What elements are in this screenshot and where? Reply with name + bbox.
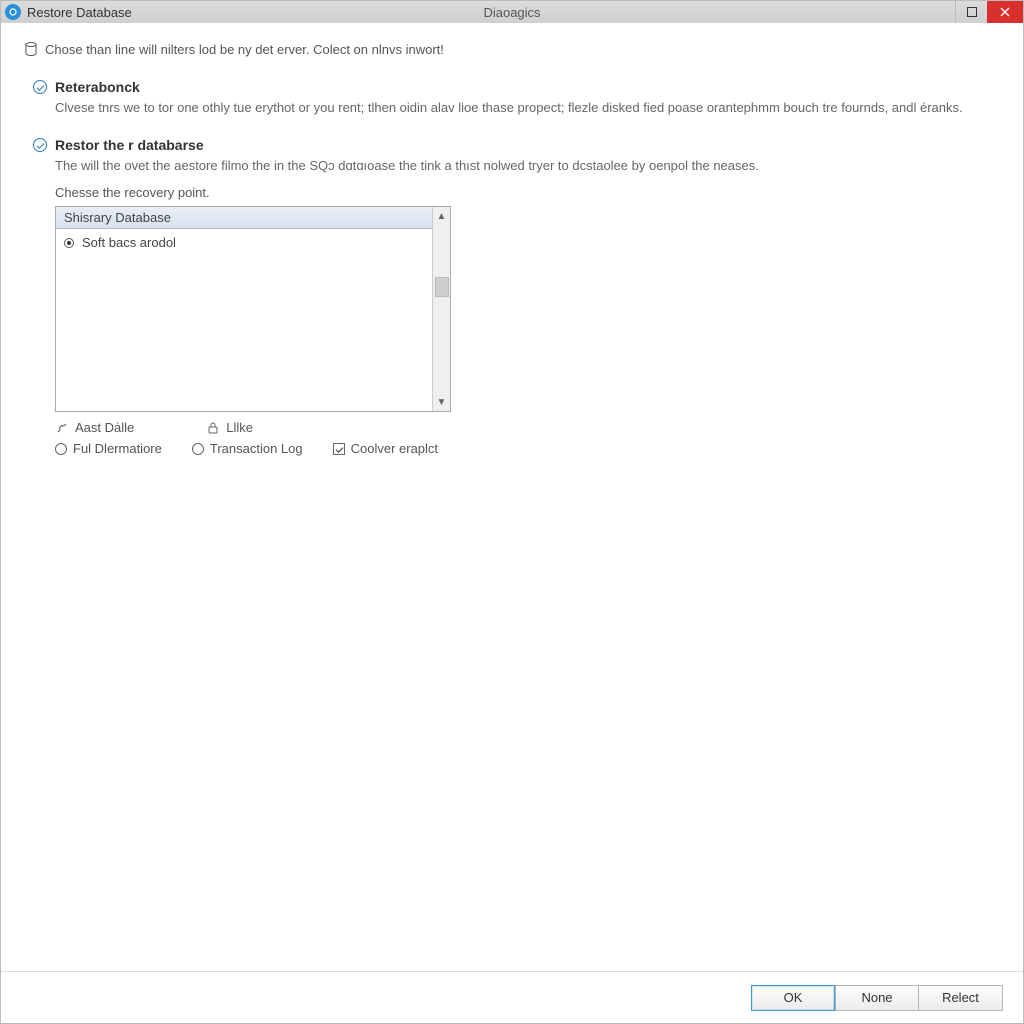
scroll-up-icon[interactable]: ▲: [433, 207, 450, 225]
ok-button[interactable]: OK: [751, 985, 835, 1011]
database-icon: [23, 41, 39, 57]
section-title-2: Restor the r databarse: [55, 137, 204, 153]
listbox-inner: Shisrary Database Soft bacs arodol: [56, 207, 432, 411]
link-icon: [55, 421, 69, 435]
link-label-a: Aast Dȧlle: [75, 420, 134, 435]
radio-dot-icon: [64, 238, 74, 248]
link-label-b: Lllke: [226, 420, 253, 435]
link-item-a[interactable]: Aast Dȧlle: [55, 420, 134, 435]
radio-transaction-log[interactable]: Transaction Log: [192, 441, 303, 456]
icon-row: Aast Dȧlle Lllke: [55, 420, 1001, 435]
section-reterabonck: Reterabonck Clvese tnrs we to tor one ot…: [33, 79, 1001, 117]
dialog-content: Chose than line will nilters lod be ny d…: [1, 23, 1023, 971]
select-button[interactable]: Relect: [919, 985, 1003, 1011]
check-icon: [33, 138, 47, 152]
list-item[interactable]: Soft bacs arodol: [64, 233, 424, 252]
window-title: Restore Database: [27, 5, 132, 20]
dialog-footer: OK None Relect: [1, 971, 1023, 1023]
app-icon: [5, 4, 21, 20]
under-list: Aast Dȧlle Lllke Ful Dlermatiore: [55, 420, 1001, 456]
info-text: Chose than line will nilters lod be ny d…: [45, 42, 444, 57]
section-title-1: Reterabonck: [55, 79, 140, 95]
listbox-header[interactable]: Shisrary Database: [56, 207, 432, 229]
scroll-track[interactable]: [435, 225, 449, 393]
none-button[interactable]: None: [835, 985, 919, 1011]
radio-row: Ful Dlermatiore Transaction Log Coolver …: [55, 441, 1001, 456]
scroll-thumb[interactable]: [435, 277, 449, 297]
lock-icon: [206, 421, 220, 435]
section-desc-2: The will the ovet the aestore filmo the …: [55, 157, 965, 175]
close-button[interactable]: [987, 1, 1023, 23]
scrollbar[interactable]: ▲ ▼: [432, 207, 450, 411]
info-line: Chose than line will nilters lod be ny d…: [23, 41, 1001, 57]
titlebar: Restore Database Diaoagics: [1, 1, 1023, 23]
checkbox-label: Coolver eraplct: [351, 441, 438, 456]
radio-icon: [192, 443, 204, 455]
section-desc-1: Clvese tnrs we to tor one othly tue eryt…: [55, 99, 965, 117]
section-head-2[interactable]: Restor the r databarse: [33, 137, 1001, 153]
radio-label-1: Ful Dlermatiore: [73, 441, 162, 456]
listbox-body: Soft bacs arodol: [56, 229, 432, 411]
list-item-label: Soft bacs arodol: [82, 235, 176, 250]
recovery-label: Chesse the recovery point.: [55, 185, 1001, 200]
window-controls: [955, 1, 1023, 23]
scroll-down-icon[interactable]: ▼: [433, 393, 450, 411]
radio-label-2: Transaction Log: [210, 441, 303, 456]
window-subtitle: Diaoagics: [483, 5, 540, 20]
section-head-1[interactable]: Reterabonck: [33, 79, 1001, 95]
maximize-button[interactable]: [955, 1, 987, 23]
recovery-listbox[interactable]: Shisrary Database Soft bacs arodol ▲: [55, 206, 451, 412]
checkbox-icon: [333, 443, 345, 455]
restore-database-dialog: Restore Database Diaoagics Chose than li…: [0, 0, 1024, 1024]
checkbox-cooler[interactable]: Coolver eraplct: [333, 441, 438, 456]
radio-full-restore[interactable]: Ful Dlermatiore: [55, 441, 162, 456]
check-icon: [33, 80, 47, 94]
section-restore-database: Restor the r databarse The will the ovet…: [33, 137, 1001, 456]
link-item-b[interactable]: Lllke: [206, 420, 253, 435]
recovery-block: Chesse the recovery point. Shisrary Data…: [55, 185, 1001, 456]
radio-icon: [55, 443, 67, 455]
